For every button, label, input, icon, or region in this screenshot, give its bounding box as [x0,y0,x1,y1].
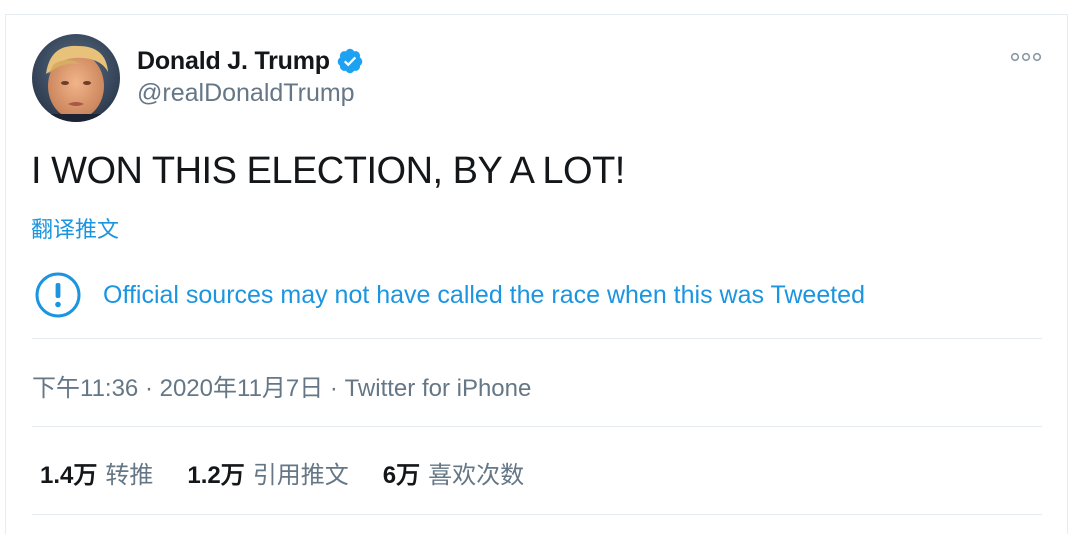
meta-separator: · [323,375,345,402]
likes-stat[interactable]: 6万 喜欢次数 [383,455,524,490]
election-notice-link[interactable]: Official sources may not have called the… [103,281,865,310]
quote-tweets-stat[interactable]: 1.2万 引用推文 [187,455,348,490]
verified-badge-icon [337,48,363,74]
tweet-text: I WON THIS ELECTION, BY A LOT! [31,150,625,192]
quote-tweets-count: 1.2万 [187,462,245,489]
translate-tweet-link[interactable]: 翻译推文 [31,212,119,244]
tweet-source[interactable]: Twitter for iPhone [345,375,532,402]
display-name[interactable]: Donald J. Trump [137,47,330,76]
tweet-meta: 下午11:36 · 2020年11月7日 · Twitter for iPhon… [32,368,531,403]
divider [32,514,1042,515]
retweets-stat[interactable]: 1.4万 转推 [40,455,153,490]
engagement-stats: 1.4万 转推 1.2万 引用推文 6万 喜欢次数 [40,455,558,490]
tweet-page: Donald J. Trump @realDonaldTrump I WON T… [0,0,1080,534]
retweets-count: 1.4万 [40,462,98,489]
divider [32,426,1042,427]
retweets-label: 转推 [105,462,154,489]
display-name-row: Donald J. Trump [137,44,364,78]
meta-separator: · [138,375,160,402]
author-handle[interactable]: @realDonaldTrump [137,79,355,108]
quote-tweets-label: 引用推文 [252,462,349,489]
likes-label: 喜欢次数 [428,462,525,489]
likes-count: 6万 [382,462,421,489]
divider [32,338,1042,339]
tweet-time[interactable]: 下午11:36 [32,375,138,402]
avatar[interactable] [32,34,120,122]
more-options-icon[interactable] [1009,50,1043,64]
exclamation-circle-icon [35,272,81,318]
avatar-photo [32,34,120,122]
tweet-date[interactable]: 2020年11月7日 [160,375,324,402]
